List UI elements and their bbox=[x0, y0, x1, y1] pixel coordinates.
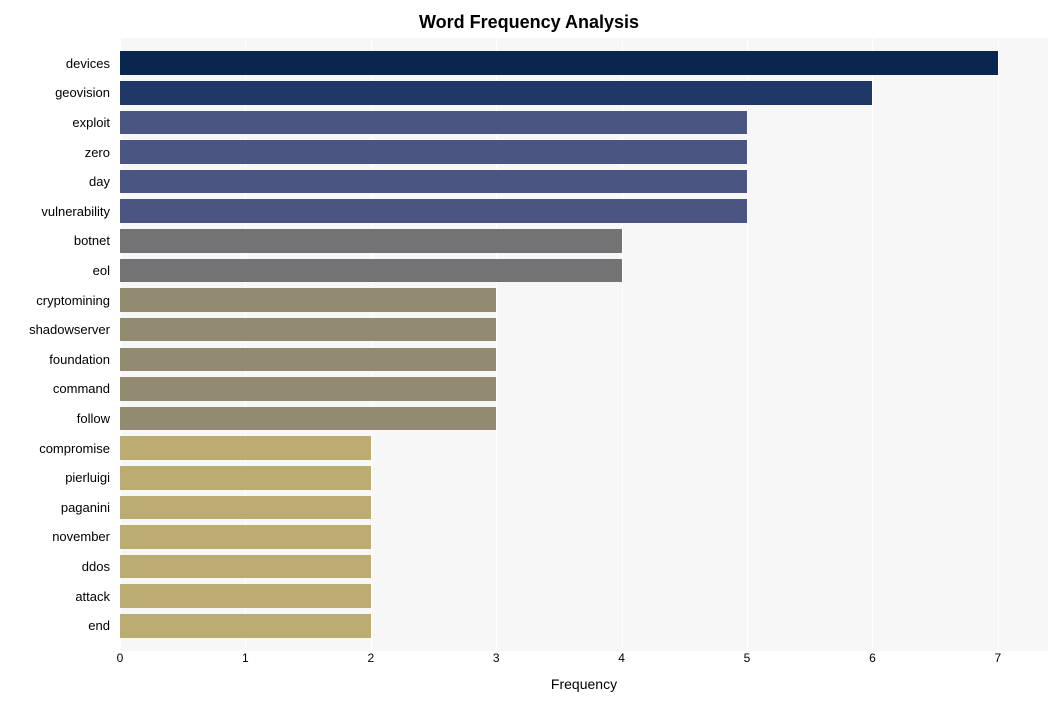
bar bbox=[120, 436, 371, 460]
bar bbox=[120, 81, 872, 105]
x-tick-label: 7 bbox=[994, 651, 1001, 665]
bar bbox=[120, 614, 371, 638]
y-tick-label: command bbox=[0, 374, 115, 404]
bar-row bbox=[120, 404, 1048, 434]
bar bbox=[120, 170, 747, 194]
bar-row bbox=[120, 226, 1048, 256]
x-tick-label: 5 bbox=[744, 651, 751, 665]
y-tick-label: cryptomining bbox=[0, 285, 115, 315]
bar-row bbox=[120, 285, 1048, 315]
y-tick-label: zero bbox=[0, 137, 115, 167]
y-tick-label: eol bbox=[0, 256, 115, 286]
bar bbox=[120, 318, 496, 342]
chart-title: Word Frequency Analysis bbox=[0, 12, 1058, 33]
bar bbox=[120, 377, 496, 401]
bar-row bbox=[120, 48, 1048, 78]
bar-row bbox=[120, 108, 1048, 138]
bar bbox=[120, 496, 371, 520]
x-tick-label: 1 bbox=[242, 651, 249, 665]
bar-row bbox=[120, 196, 1048, 226]
x-tick-label: 6 bbox=[869, 651, 876, 665]
bar bbox=[120, 584, 371, 608]
bar bbox=[120, 140, 747, 164]
bar bbox=[120, 259, 622, 283]
x-axis: 0 1 2 3 4 5 6 7 Frequency bbox=[120, 651, 1048, 701]
y-tick-label: botnet bbox=[0, 226, 115, 256]
bar-row bbox=[120, 167, 1048, 197]
y-tick-label: attack bbox=[0, 581, 115, 611]
bar bbox=[120, 555, 371, 579]
y-tick-label: day bbox=[0, 167, 115, 197]
bar-row bbox=[120, 345, 1048, 375]
bar-row bbox=[120, 315, 1048, 345]
y-tick-label: compromise bbox=[0, 433, 115, 463]
y-tick-label: pierluigi bbox=[0, 463, 115, 493]
bar bbox=[120, 466, 371, 490]
bar-row bbox=[120, 78, 1048, 108]
bar-row bbox=[120, 463, 1048, 493]
x-axis-label: Frequency bbox=[120, 676, 1048, 692]
x-tick-label: 0 bbox=[117, 651, 124, 665]
bar bbox=[120, 407, 496, 431]
bar bbox=[120, 111, 747, 135]
bar bbox=[120, 525, 371, 549]
chart-container: Word Frequency Analysis devicesgeovision… bbox=[0, 0, 1058, 701]
bar-row bbox=[120, 552, 1048, 582]
y-tick-label: november bbox=[0, 522, 115, 552]
bar bbox=[120, 51, 998, 75]
bar-row bbox=[120, 493, 1048, 523]
y-tick-label: foundation bbox=[0, 345, 115, 375]
x-tick-label: 2 bbox=[367, 651, 374, 665]
bar bbox=[120, 199, 747, 223]
x-tick-label: 4 bbox=[618, 651, 625, 665]
y-tick-label: exploit bbox=[0, 108, 115, 138]
bar-row bbox=[120, 522, 1048, 552]
bar bbox=[120, 229, 622, 253]
bar-row bbox=[120, 256, 1048, 286]
y-tick-label: ddos bbox=[0, 552, 115, 582]
bar bbox=[120, 348, 496, 372]
bar-row bbox=[120, 581, 1048, 611]
y-tick-label: end bbox=[0, 611, 115, 641]
y-tick-label: follow bbox=[0, 404, 115, 434]
y-tick-label: paganini bbox=[0, 493, 115, 523]
y-axis-labels: devicesgeovisionexploitzerodayvulnerabil… bbox=[0, 38, 115, 651]
y-tick-label: shadowserver bbox=[0, 315, 115, 345]
bar-row bbox=[120, 374, 1048, 404]
y-tick-label: devices bbox=[0, 48, 115, 78]
bar-row bbox=[120, 137, 1048, 167]
bar-row bbox=[120, 433, 1048, 463]
y-tick-label: vulnerability bbox=[0, 196, 115, 226]
bar bbox=[120, 288, 496, 312]
x-tick-label: 3 bbox=[493, 651, 500, 665]
plot-area bbox=[120, 38, 1048, 651]
y-tick-label: geovision bbox=[0, 78, 115, 108]
bar-row bbox=[120, 611, 1048, 641]
bars-area bbox=[120, 38, 1048, 651]
